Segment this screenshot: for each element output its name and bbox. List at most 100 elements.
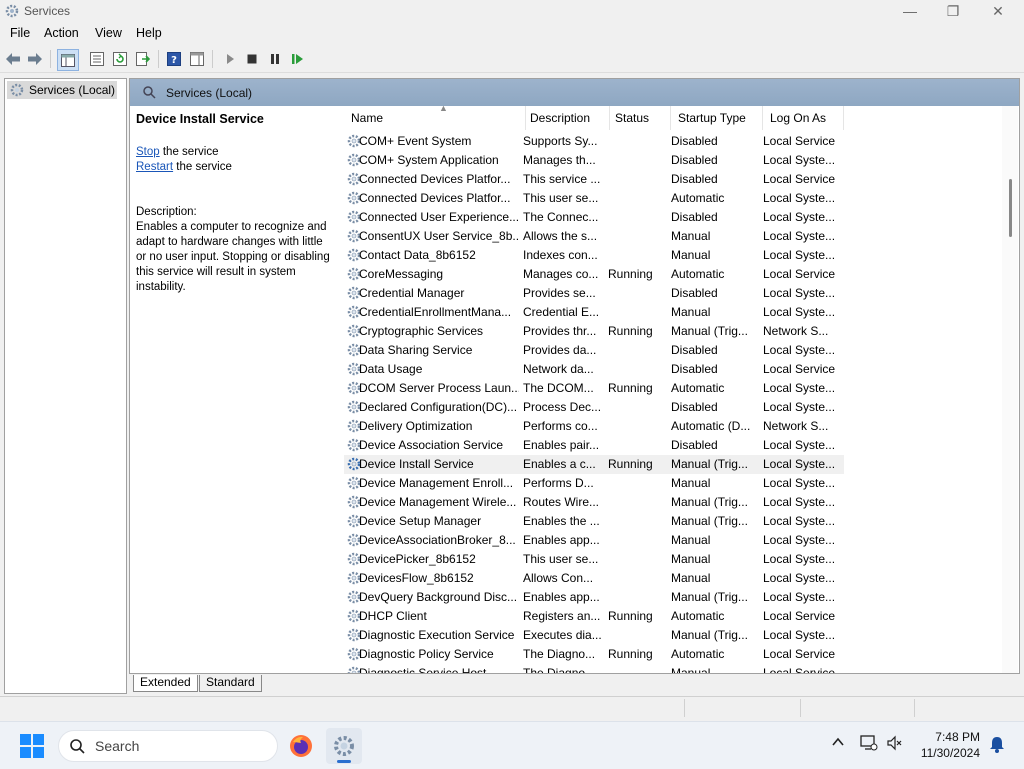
title-bar: Services — ❐ ✕ bbox=[0, 0, 1024, 22]
notification-bell-icon[interactable] bbox=[989, 735, 1005, 753]
service-row[interactable]: Connected Devices Platfor... This user se… bbox=[344, 189, 844, 208]
service-startup-cell: Manual bbox=[671, 476, 711, 490]
service-logon-cell: Local Syste... bbox=[763, 381, 836, 395]
menu-file[interactable]: File bbox=[10, 26, 30, 40]
taskbar-search[interactable]: Search bbox=[58, 730, 278, 762]
service-row[interactable]: DevQuery Background Disc... Enables app..… bbox=[344, 588, 844, 607]
service-row[interactable]: Device Install Service Enables a c... Runn… bbox=[344, 455, 844, 474]
stop-service-button[interactable] bbox=[242, 49, 262, 69]
service-row[interactable]: Device Management Enroll... Performs D...… bbox=[344, 474, 844, 493]
show-hide-console-tree-button[interactable] bbox=[57, 49, 79, 71]
minimize-button[interactable]: — bbox=[887, 0, 933, 22]
menu-help[interactable]: Help bbox=[136, 26, 162, 40]
service-desc-cell: Registers an... bbox=[523, 609, 601, 623]
sort-ascending-icon: ▲ bbox=[439, 103, 448, 113]
service-row[interactable]: Data Usage Network da... Disabled Local Ser… bbox=[344, 360, 844, 379]
service-startup-cell: Disabled bbox=[671, 153, 718, 167]
tree-item-services-local[interactable]: Services (Local) bbox=[7, 81, 117, 99]
service-row[interactable]: Device Setup Manager Enables the ... Manua… bbox=[344, 512, 844, 531]
refresh-button[interactable] bbox=[110, 49, 130, 69]
description-text: Enables a computer to recognize and adap… bbox=[136, 221, 330, 293]
service-logon-cell: Local Syste... bbox=[763, 400, 836, 414]
service-desc-cell: Process Dec... bbox=[523, 400, 601, 414]
column-header-description[interactable]: Description bbox=[523, 106, 610, 130]
column-header-startup-type[interactable]: Startup Type bbox=[671, 106, 763, 130]
service-row[interactable]: Connected Devices Platfor... This service… bbox=[344, 170, 844, 189]
restart-service-link[interactable]: Restart bbox=[136, 161, 173, 173]
service-row[interactable]: Diagnostic Execution Service Executes dia… bbox=[344, 626, 844, 645]
action-pane-icon bbox=[190, 52, 204, 66]
service-name-cell: DeviceAssociationBroker_8... bbox=[359, 533, 516, 547]
service-row[interactable]: COM+ Event System Supports Sy... Disabled L… bbox=[344, 132, 844, 151]
restart-service-button[interactable] bbox=[288, 49, 308, 69]
windows-start-icon[interactable] bbox=[20, 734, 44, 758]
close-button[interactable]: ✕ bbox=[975, 0, 1021, 22]
restart-icon bbox=[292, 54, 303, 64]
system-clock[interactable]: 7:48 PM 11/30/2024 bbox=[921, 729, 980, 761]
menu-action[interactable]: Action bbox=[44, 26, 79, 40]
service-row[interactable]: DevicesFlow_8b6152 Allows Con... Manual Loc… bbox=[344, 569, 844, 588]
service-row[interactable]: DevicePicker_8b6152 This user se... Manual… bbox=[344, 550, 844, 569]
firefox-taskbar-button[interactable] bbox=[283, 728, 319, 764]
service-name-cell: Diagnostic Execution Service bbox=[359, 628, 515, 642]
service-row[interactable]: CoreMessaging Manages co... Running Automat… bbox=[344, 265, 844, 284]
service-row[interactable]: Delivery Optimization Performs co... Autom… bbox=[344, 417, 844, 436]
service-logon-cell: Local Syste... bbox=[763, 153, 836, 167]
vertical-scrollbar[interactable] bbox=[1002, 106, 1018, 673]
tab-standard[interactable]: Standard bbox=[199, 675, 262, 692]
service-row[interactable]: ConsentUX User Service_8b... Allows the s… bbox=[344, 227, 844, 246]
pause-service-button[interactable] bbox=[265, 49, 285, 69]
stop-service-link[interactable]: Stop bbox=[136, 146, 160, 158]
service-row[interactable]: Device Management Wirele... Routes Wire..… bbox=[344, 493, 844, 512]
service-row[interactable]: CredentialEnrollmentMana... Credential E.… bbox=[344, 303, 844, 322]
network-icon[interactable] bbox=[860, 735, 878, 751]
volume-muted-icon[interactable] bbox=[886, 735, 902, 751]
maximize-button[interactable]: ❐ bbox=[930, 0, 976, 22]
service-row[interactable]: Cryptographic Services Provides thr... Run… bbox=[344, 322, 844, 341]
tree-item-label: Services (Local) bbox=[29, 83, 116, 97]
back-button[interactable] bbox=[3, 49, 23, 69]
service-row[interactable]: DCOM Server Process Laun... The DCOM... Ru… bbox=[344, 379, 844, 398]
column-header-name[interactable]: Name ▲ bbox=[344, 103, 526, 130]
service-name-cell: CredentialEnrollmentMana... bbox=[359, 305, 512, 319]
show-action-pane-button[interactable] bbox=[187, 49, 207, 69]
forward-button[interactable] bbox=[25, 49, 45, 69]
service-startup-cell: Disabled bbox=[671, 400, 718, 414]
service-startup-cell: Manual bbox=[671, 305, 711, 319]
tab-extended[interactable]: Extended bbox=[133, 675, 198, 692]
service-startup-cell: Disabled bbox=[671, 134, 718, 148]
service-row[interactable]: Contact Data_8b6152 Indexes con... Manual L… bbox=[344, 246, 844, 265]
service-startup-cell: Automatic bbox=[671, 191, 725, 205]
service-row[interactable]: DeviceAssociationBroker_8... Enables app.… bbox=[344, 531, 844, 550]
service-row[interactable]: DHCP Client Registers an... Running Automat… bbox=[344, 607, 844, 626]
service-name-cell: DHCP Client bbox=[359, 609, 427, 623]
service-row[interactable]: Diagnostic Policy Service The Diagno... Ru… bbox=[344, 645, 844, 664]
clock-date: 11/30/2024 bbox=[920, 746, 980, 760]
export-list-button[interactable] bbox=[133, 49, 153, 69]
service-name-cell: Connected Devices Platfor... bbox=[359, 172, 511, 186]
column-header-status[interactable]: Status bbox=[608, 106, 671, 130]
scrollbar-thumb[interactable] bbox=[1009, 179, 1012, 237]
service-startup-cell: Disabled bbox=[671, 438, 718, 452]
help-button[interactable]: ? bbox=[164, 49, 184, 69]
column-header-log-on-as[interactable]: Log On As bbox=[763, 106, 844, 130]
menu-view[interactable]: View bbox=[95, 26, 122, 40]
column-header-startup-type-label: Startup Type bbox=[678, 111, 746, 125]
service-row[interactable]: Data Sharing Service Provides da... Disabl… bbox=[344, 341, 844, 360]
service-row[interactable]: Credential Manager Provides se... Disabled… bbox=[344, 284, 844, 303]
search-icon bbox=[143, 86, 156, 99]
services-taskbar-button[interactable] bbox=[326, 728, 362, 764]
service-row[interactable]: Declared Configuration(DC)... Process Dec… bbox=[344, 398, 844, 417]
service-row[interactable]: Diagnostic Service Host The Diagno... Manu… bbox=[344, 664, 844, 673]
service-startup-cell: Disabled bbox=[671, 286, 718, 300]
service-row[interactable]: COM+ System Application Manages th... Disa… bbox=[344, 151, 844, 170]
service-row[interactable]: Connected User Experience... The Connec..… bbox=[344, 208, 844, 227]
console-tree-icon bbox=[61, 53, 75, 67]
chevron-up-icon[interactable] bbox=[831, 735, 845, 749]
service-row[interactable]: Device Association Service Enables pair..… bbox=[344, 436, 844, 455]
service-logon-cell: Local Syste... bbox=[763, 628, 836, 642]
properties-list-button[interactable] bbox=[87, 49, 107, 69]
service-startup-cell: Disabled bbox=[671, 343, 718, 357]
start-service-button[interactable] bbox=[220, 49, 240, 69]
search-icon bbox=[70, 739, 85, 754]
